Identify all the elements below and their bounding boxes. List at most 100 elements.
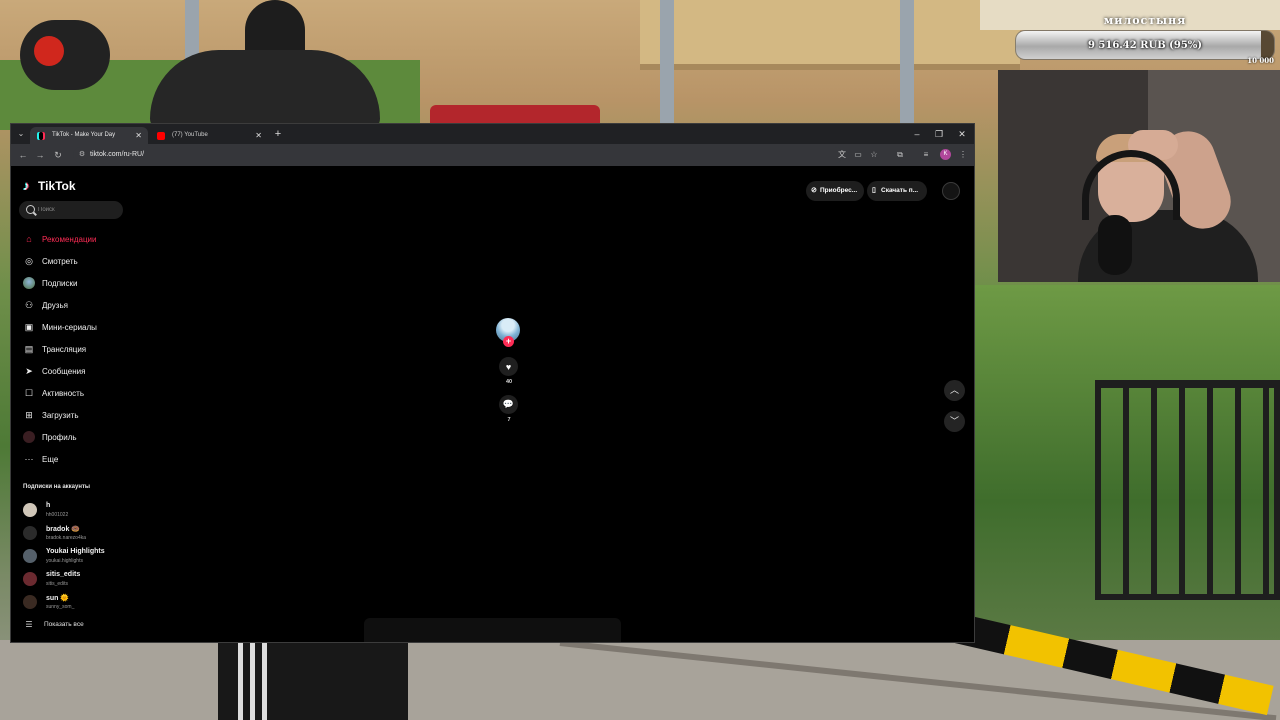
sidebar-item-mini-series[interactable]: ▣ Мини-сериалы	[23, 316, 143, 338]
account-handle: sitis_edits	[46, 581, 68, 587]
get-coins-label: Приобрес...	[820, 187, 858, 194]
live-icon: ▤	[24, 343, 34, 354]
sidebar-item-profile[interactable]: Профиль	[23, 426, 143, 448]
sidebar-item-label: Загрузить	[42, 410, 79, 420]
tab-title: (77) YouTube	[172, 132, 208, 138]
tab-youtube[interactable]: (77) YouTube ✕	[150, 127, 268, 144]
comment-icon[interactable]: 💬	[499, 395, 518, 414]
microphone-icon	[1098, 215, 1132, 275]
sidebar-item-for-you[interactable]: ⌂ Рекомендации	[23, 228, 143, 250]
extensions-icon[interactable]: ⧉	[894, 149, 906, 161]
search-icon	[26, 205, 35, 214]
browser-menu-icon[interactable]: ⋮	[957, 149, 969, 161]
minimize-icon[interactable]: –	[909, 127, 925, 141]
search-input[interactable]	[38, 201, 118, 219]
restore-icon[interactable]: ❐	[931, 127, 947, 141]
download-app-label: Скачать п...	[881, 187, 919, 194]
account-name: sun 🌞	[46, 595, 70, 602]
forward-icon[interactable]: →	[34, 149, 46, 161]
sidebar-item-explore[interactable]: ◎ Смотреть	[23, 250, 143, 272]
previous-video-chevron-up-icon[interactable]: ︿	[944, 380, 965, 401]
sidebar-item-live[interactable]: ▤ Трансляция	[23, 338, 143, 360]
site-info-icon[interactable]: ⚙	[77, 150, 87, 160]
tab-search-icon[interactable]: ⌄	[15, 128, 27, 140]
background-pole	[660, 0, 674, 130]
bottom-panel	[364, 618, 621, 642]
sidebar-item-label: Трансляция	[42, 344, 87, 354]
like-heart-icon[interactable]: ♥	[499, 357, 518, 376]
following-account[interactable]: sitis_edits sitis_edits	[23, 569, 143, 592]
background-pole	[900, 0, 914, 130]
sidebar-item-label: Смотреть	[42, 256, 78, 266]
activity-icon: ☐	[24, 387, 34, 398]
tab-title: TikTok - Make Your Day	[52, 132, 116, 138]
show-all-label: Показать все	[44, 620, 84, 628]
get-coins-button[interactable]: ⊘ Приобрес...	[806, 181, 864, 201]
tiktok-note-icon: ♪	[23, 178, 30, 193]
following-accounts-list: h hh001022 bradok 🍩 bradok.narezo4ka You…	[23, 500, 143, 615]
background-signal-light	[34, 36, 64, 66]
following-account[interactable]: h hh001022	[23, 500, 143, 523]
tiktok-logo[interactable]: ♪ TikTok	[23, 178, 76, 194]
follow-plus-icon[interactable]: +	[503, 336, 514, 347]
download-app-button[interactable]: ▯ Скачать п...	[867, 181, 927, 201]
bookmark-star-icon[interactable]: ☆	[868, 149, 880, 161]
reload-icon[interactable]: ↻	[52, 149, 64, 161]
sidebar-item-more[interactable]: ··· Еще	[23, 448, 143, 470]
translate-icon[interactable]: 文	[836, 149, 848, 161]
account-handle: sunny_som_	[46, 604, 75, 610]
window-close-icon[interactable]: ✕	[954, 127, 970, 141]
avatar	[23, 595, 37, 609]
sidebar-item-following[interactable]: Подписки	[23, 272, 143, 294]
new-tab-button[interactable]: +	[271, 127, 285, 141]
cast-icon[interactable]: ▭	[852, 149, 864, 161]
close-icon[interactable]: ✕	[255, 127, 262, 144]
upload-icon: ⊞	[25, 409, 33, 420]
donation-title: милостыня	[1103, 14, 1187, 27]
browser-window: ⌄ TikTok - Make Your Day ✕ (77) YouTube …	[11, 124, 974, 642]
streamer-webcam	[998, 70, 1280, 282]
tab-tiktok[interactable]: TikTok - Make Your Day ✕	[30, 127, 148, 144]
following-account[interactable]: bradok 🍩 bradok.narezo4ka	[23, 523, 143, 546]
background-character-hat	[150, 50, 380, 130]
sidebar-item-friends[interactable]: ⚇ Друзья	[23, 294, 143, 316]
sidebar-item-label: Подписки	[42, 278, 78, 288]
send-icon: ➤	[25, 365, 33, 376]
background-stripe	[238, 640, 243, 720]
user-avatar[interactable]	[942, 182, 960, 200]
sidebar-item-label: Сообщения	[42, 366, 86, 376]
following-accounts-title: Подписки на аккаунты	[23, 484, 91, 490]
home-icon: ⌂	[26, 234, 32, 244]
following-account[interactable]: sun 🌞 sunny_som_	[23, 592, 143, 615]
account-name: h	[46, 502, 51, 509]
sidebar-item-upload[interactable]: ⊞ Загрузить	[23, 404, 143, 426]
browser-profile-avatar[interactable]: K	[940, 149, 951, 160]
back-icon[interactable]: ←	[17, 149, 29, 161]
friends-icon: ⚇	[24, 299, 34, 310]
sidebar-item-label: Еще	[42, 454, 59, 464]
avatar	[23, 526, 37, 540]
avatar	[23, 572, 37, 586]
donation-progress-bar: 9 516.42 RUB (95%)	[1015, 30, 1275, 60]
account-name: Youkai Highlights	[46, 548, 105, 555]
donation-goal-widget: милостыня 9 516.42 RUB (95%) 10 000	[1012, 10, 1278, 66]
media-icon[interactable]: ≡	[920, 149, 932, 161]
sidebar-item-activity[interactable]: ☐ Активность	[23, 382, 143, 404]
youtube-favicon-icon	[157, 132, 165, 140]
account-name: sitis_edits	[46, 571, 81, 578]
avatar	[23, 503, 37, 517]
url-text: tiktok.com/ru-RU/	[90, 151, 145, 158]
following-account[interactable]: Youkai Highlights youkai.highlights	[23, 546, 143, 569]
show-all-button[interactable]: ☰ Показать все	[23, 618, 84, 630]
search-box[interactable]	[19, 201, 123, 219]
background-stripe	[262, 640, 267, 720]
background-character-legs	[218, 640, 408, 720]
next-video-chevron-down-icon[interactable]: ﹀	[944, 411, 965, 432]
address-bar[interactable]: ⚙ tiktok.com/ru-RU/	[73, 147, 843, 163]
series-icon: ▣	[24, 321, 34, 332]
like-count: 40	[505, 379, 513, 385]
account-handle: hh001022	[46, 512, 69, 518]
account-handle: bradok.narezo4ka	[46, 535, 87, 541]
sidebar-item-messages[interactable]: ➤ Сообщения	[23, 360, 143, 382]
close-icon[interactable]: ✕	[135, 127, 142, 144]
